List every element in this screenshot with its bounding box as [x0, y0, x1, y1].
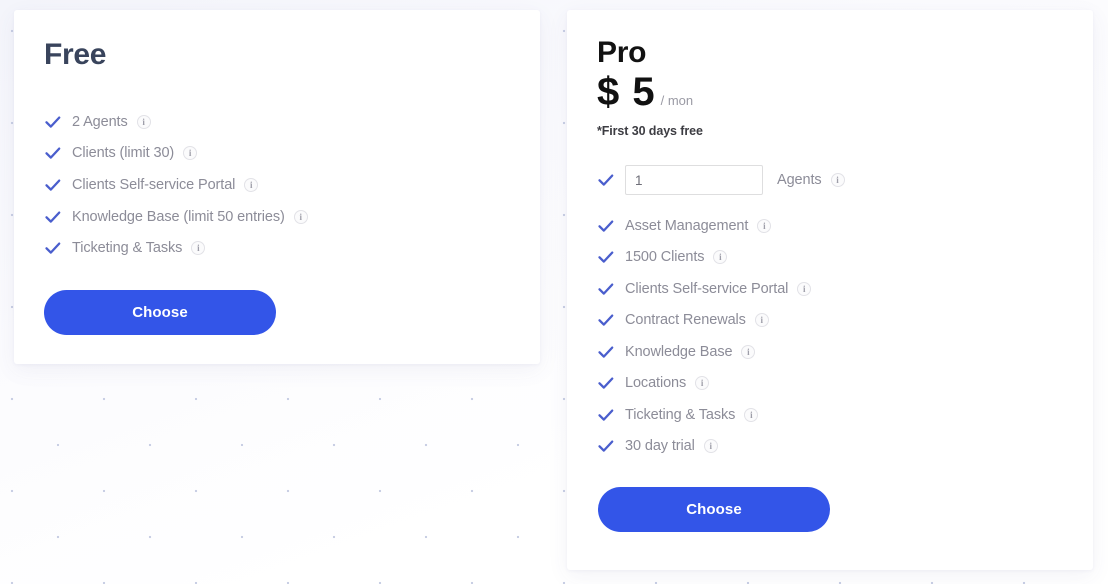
check-icon — [598, 409, 614, 421]
check-icon — [598, 440, 614, 452]
agents-count-input[interactable] — [625, 165, 763, 195]
info-icon[interactable]: i — [136, 114, 151, 129]
info-icon[interactable]: i — [293, 209, 308, 224]
feature-label: 30 day trial — [625, 438, 695, 455]
info-icon[interactable]: i — [183, 146, 198, 161]
feature-row: 2 Agents i — [44, 106, 510, 138]
info-icon[interactable]: i — [191, 241, 206, 256]
check-icon — [598, 314, 614, 326]
feature-label: Ticketing & Tasks — [625, 406, 736, 423]
info-icon[interactable]: i — [797, 281, 812, 296]
plan-title-pro: Pro — [597, 36, 647, 69]
feature-row: Ticketing & Tasks i — [44, 232, 510, 264]
check-icon — [45, 179, 61, 191]
check-icon — [45, 116, 61, 128]
feature-row: Knowledge Base (limit 50 entries) i — [44, 201, 510, 233]
info-icon[interactable]: i — [754, 313, 769, 328]
pricing-plans: Free 2 Agents i Clients (limit 30) i Cli… — [0, 0, 1108, 584]
feature-row: Clients (limit 30) i — [44, 138, 510, 170]
feature-list-free: 2 Agents i Clients (limit 30) i Clients … — [44, 106, 510, 264]
feature-label: Clients Self-service Portal — [72, 176, 236, 193]
check-icon — [598, 346, 614, 358]
feature-row: Clients Self-service Portal i — [597, 273, 1063, 305]
info-icon[interactable]: i — [695, 376, 710, 391]
plan-price: $ 5 / mon — [597, 72, 1063, 112]
feature-label: Knowledge Base — [625, 343, 733, 360]
info-icon[interactable]: i — [830, 173, 845, 187]
plan-card-free: Free 2 Agents i Clients (limit 30) i Cli… — [14, 10, 540, 364]
plan-card-pro: Pro $ 5 / mon *First 30 days free Agents… — [567, 10, 1093, 570]
feature-label: Locations — [625, 375, 687, 392]
choose-button-pro[interactable]: Choose — [598, 487, 830, 532]
price-amount: $ 5 — [597, 70, 656, 114]
check-icon — [598, 377, 614, 389]
check-icon — [598, 220, 614, 232]
feature-row: Locations i — [597, 368, 1063, 400]
feature-label: Clients Self-service Portal — [625, 280, 789, 297]
feature-row: Asset Management i — [597, 210, 1063, 242]
feature-label: Contract Renewals — [625, 312, 746, 329]
feature-label: Knowledge Base (limit 50 entries) — [72, 208, 285, 225]
feature-label: Asset Management — [625, 217, 749, 234]
feature-row: Contract Renewals i — [597, 305, 1063, 337]
price-note: *First 30 days free — [597, 124, 703, 138]
info-icon[interactable]: i — [757, 218, 772, 233]
check-icon — [598, 283, 614, 295]
plan-title-free: Free — [44, 38, 107, 71]
feature-label: Ticketing & Tasks — [72, 240, 183, 257]
info-icon[interactable]: i — [741, 344, 756, 359]
info-icon[interactable]: i — [744, 407, 759, 422]
feature-label: 1500 Clients — [625, 249, 705, 266]
check-icon — [45, 211, 61, 223]
price-period: / mon — [660, 93, 694, 108]
info-icon[interactable]: i — [244, 177, 259, 192]
check-icon — [45, 147, 61, 160]
info-icon[interactable]: i — [713, 250, 728, 265]
check-icon — [598, 174, 614, 186]
feature-row: Clients Self-service Portal i — [44, 169, 510, 201]
feature-list-pro: Asset Management i 1500 Clients i Client… — [597, 210, 1063, 462]
feature-row: 1500 Clients i — [597, 242, 1063, 274]
check-icon — [598, 251, 614, 263]
check-icon — [45, 242, 61, 254]
feature-label: Clients (limit 30) — [72, 145, 175, 162]
agents-selector-row: Agents i — [597, 164, 1063, 196]
info-icon[interactable]: i — [703, 439, 718, 454]
feature-row: Knowledge Base i — [597, 336, 1063, 368]
feature-row: Ticketing & Tasks i — [597, 399, 1063, 431]
agents-label: Agents — [777, 172, 822, 188]
choose-button-free[interactable]: Choose — [44, 290, 276, 335]
feature-row: 30 day trial i — [597, 431, 1063, 463]
feature-label: 2 Agents — [72, 113, 128, 130]
